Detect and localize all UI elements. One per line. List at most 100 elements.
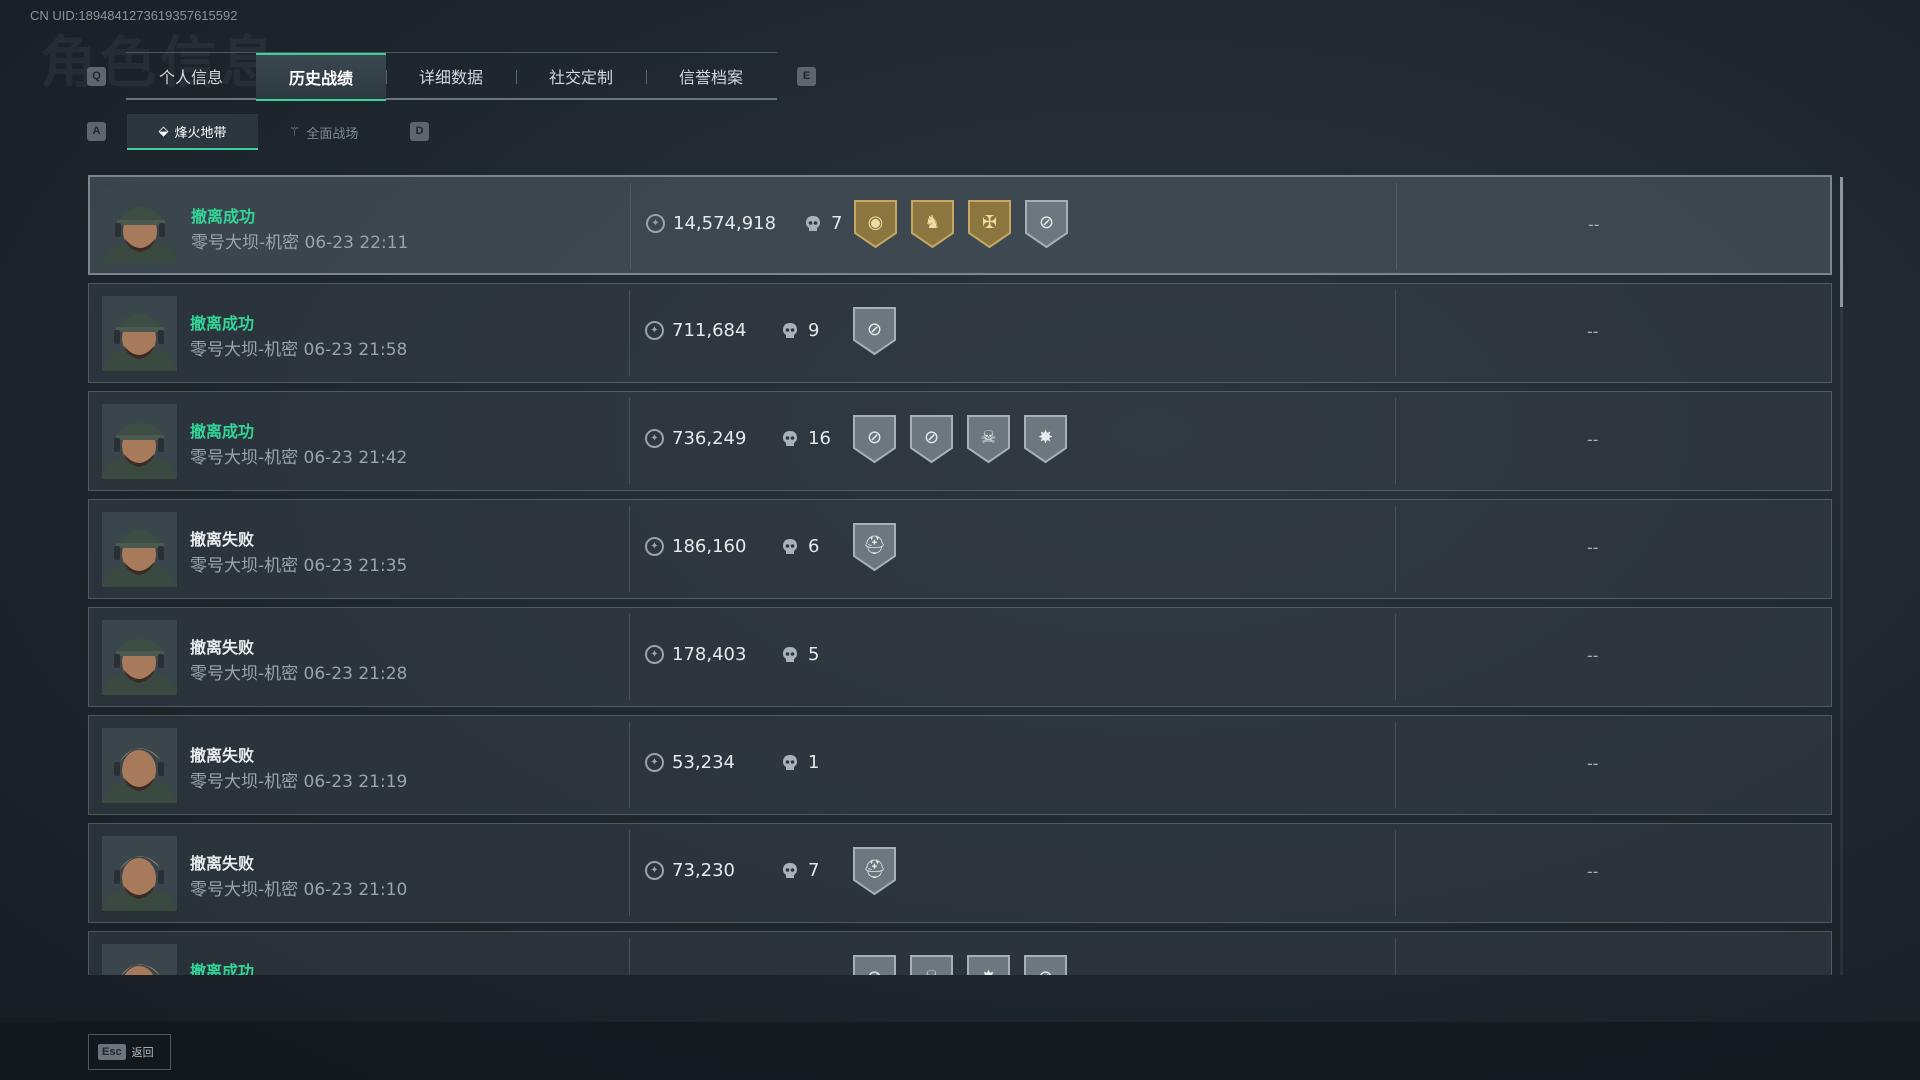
match-row[interactable]: 撤离成功 零号大坝-机密 06-23 22:11 ✦ 14,574,918 7 ◉ ♞ ✠ ⊘ -…	[88, 175, 1832, 275]
column-divider	[1396, 183, 1397, 269]
loot-value: 736,249	[672, 428, 747, 449]
extraction-status: 撤离失败	[190, 746, 255, 765]
silver-crosshair-badge[interactable]: ⊘	[1023, 954, 1068, 975]
player-uid: CN UID:1894841273619357615592	[30, 8, 238, 23]
column-divider	[1395, 614, 1396, 700]
operator-avatar	[102, 944, 177, 975]
silver-crosshair-badge[interactable]: ⊘	[852, 306, 897, 356]
skull-icon	[782, 430, 798, 448]
currency-icon: ✦	[645, 321, 664, 340]
map-and-time: 零号大坝-机密 06-23 21:10	[190, 880, 408, 900]
kill-count: 1	[808, 752, 820, 773]
column-divider	[629, 290, 630, 376]
tab-social-custom[interactable]: 社交定制	[516, 53, 646, 99]
extraction-status: 撤离成功	[190, 962, 255, 975]
match-row[interactable]: 撤离失败 零号大坝-机密 06-23 21:19 ✦ 53,234 1 --	[88, 715, 1832, 815]
key-hint-next-mode[interactable]: D	[410, 122, 429, 141]
extraction-status: 撤离失败	[190, 854, 255, 873]
map-and-time: 零号大坝-机密 06-23 21:19	[190, 772, 408, 792]
map-and-time: 零号大坝-机密 06-23 22:11	[191, 233, 409, 253]
silver-helmet-badge[interactable]: ⛑	[852, 522, 897, 572]
loot-and-kills: ✦ 736,249 16	[645, 428, 831, 449]
silver-skull-badge[interactable]: ☠	[966, 414, 1011, 464]
skull-icon	[782, 862, 798, 880]
match-history-list[interactable]: 撤离成功 零号大坝-机密 06-23 22:11 ✦ 14,574,918 7 ◉ ♞ ✠ ⊘ -…	[88, 175, 1832, 975]
map-and-time: 零号大坝-机密 06-23 21:35	[190, 556, 408, 576]
skull-icon	[782, 322, 798, 340]
gold-soldier-badge[interactable]: ✠	[967, 199, 1012, 249]
kill-count: 6	[808, 536, 820, 557]
operator-avatar	[102, 620, 177, 695]
kill-count: 7	[808, 860, 820, 881]
achievement-badges: ⊘	[852, 306, 897, 356]
tab-label: 全面战场	[306, 126, 359, 142]
scrollbar-thumb[interactable]	[1840, 177, 1843, 307]
loot-value: 178,403	[672, 644, 747, 665]
tab-label: 烽火地带	[174, 125, 227, 141]
achievement-badges: ⛑	[852, 522, 897, 572]
tab-match-history[interactable]: 历史战绩	[256, 53, 386, 101]
tab-label: 个人信息	[158, 68, 223, 87]
skull-icon	[782, 646, 798, 664]
key-hint-prev-tab[interactable]: Q	[87, 67, 106, 86]
map-and-time: 零号大坝-机密 06-23 21:58	[190, 340, 408, 360]
currency-icon: ✦	[645, 429, 664, 448]
currency-icon: ✦	[646, 214, 665, 233]
loot-and-kills: ✦ 178,403 5	[645, 644, 819, 665]
silver-crosshair-badge[interactable]: ⊘	[852, 954, 897, 975]
extra-info: --	[1587, 430, 1599, 449]
tab-detailed-stats[interactable]: 详细数据	[386, 53, 516, 99]
operator-avatar	[102, 512, 177, 587]
match-row[interactable]: 撤离成功零号大坝-机密 06-23 21:58 ✦ 711,684 9 ⊘ --	[88, 283, 1832, 383]
column-divider	[1395, 398, 1396, 484]
silver-skull-badge[interactable]: ☠	[909, 954, 954, 975]
column-divider	[1395, 938, 1396, 975]
silver-burst-badge[interactable]: ✸	[966, 954, 1011, 975]
back-button[interactable]: Esc 返回	[88, 1034, 171, 1070]
extraction-icon: ⬙	[158, 123, 169, 139]
key-hint-next-tab[interactable]: E	[797, 67, 816, 86]
column-divider	[629, 830, 630, 916]
operator-avatar	[102, 296, 177, 371]
tab-mode-extraction[interactable]: ⬙ 烽火地带	[127, 114, 258, 150]
column-divider	[1395, 506, 1396, 592]
tab-reputation[interactable]: 信誉档案	[646, 53, 776, 99]
skull-icon	[782, 538, 798, 556]
tab-mode-battlefield[interactable]: ⚚ 全面战场	[258, 114, 389, 150]
gold-shield-badge[interactable]: ◉	[853, 199, 898, 249]
currency-icon: ✦	[645, 753, 664, 772]
kill-count: 5	[808, 644, 820, 665]
column-divider	[629, 506, 630, 592]
loot-and-kills: ✦ 53,234 1	[645, 752, 819, 773]
match-row[interactable]: 撤离失败 零号大坝-机密 06-23 21:35 ✦ 186,160 6 ⛑ --	[88, 499, 1832, 599]
achievement-badges: ⊘ ☠ ✸ ⊘	[852, 954, 1068, 975]
silver-crosshair-badge[interactable]: ⊘	[852, 414, 897, 464]
extraction-status: 撤离成功	[190, 314, 255, 333]
column-divider	[629, 398, 630, 484]
kill-count: 9	[808, 320, 820, 341]
silver-helmet-badge[interactable]: ⛑	[852, 846, 897, 896]
silver-crosshair-badge[interactable]: ⊘	[909, 414, 954, 464]
match-row[interactable]: 撤离成功 零号大坝-机密 06-23 21:42 ✦ 736,249 16 ⊘ ⊘ ☠ ✸ --	[88, 391, 1832, 491]
extraction-status: 撤离失败	[190, 638, 255, 657]
extraction-status: 撤离成功	[190, 422, 255, 441]
extra-info: --	[1587, 322, 1599, 341]
loot-value: 73,230	[672, 860, 735, 881]
tab-label: 社交定制	[548, 68, 613, 87]
silver-burst-badge[interactable]: ✸	[1023, 414, 1068, 464]
silver-crosshair-badge[interactable]: ⊘	[1024, 199, 1069, 249]
loot-and-kills: ✦ 14,574,918 7	[646, 213, 842, 234]
tab-personal-info[interactable]: 个人信息	[126, 53, 256, 99]
gold-helmet-badge[interactable]: ♞	[910, 199, 955, 249]
battlefield-icon: ⚚	[288, 124, 301, 140]
tab-label: 详细数据	[418, 68, 483, 87]
key-hint-prev-mode[interactable]: A	[87, 122, 106, 141]
loot-and-kills: ✦ 711,684 9	[645, 320, 819, 341]
mode-tabs: ⬙ 烽火地带 ⚚ 全面战场	[127, 114, 389, 150]
operator-avatar	[102, 728, 177, 803]
match-row[interactable]: 撤离失败 零号大坝-机密 06-23 21:10 ✦ 73,230 7 ⛑ --	[88, 823, 1832, 923]
match-row[interactable]: 撤离成功 ⊘ ☠ ✸ ⊘	[88, 931, 1832, 975]
match-row[interactable]: 撤离失败 零号大坝-机密 06-23 21:28 ✦ 178,403 5 --	[88, 607, 1832, 707]
column-divider	[1395, 722, 1396, 808]
skull-icon	[805, 215, 821, 233]
